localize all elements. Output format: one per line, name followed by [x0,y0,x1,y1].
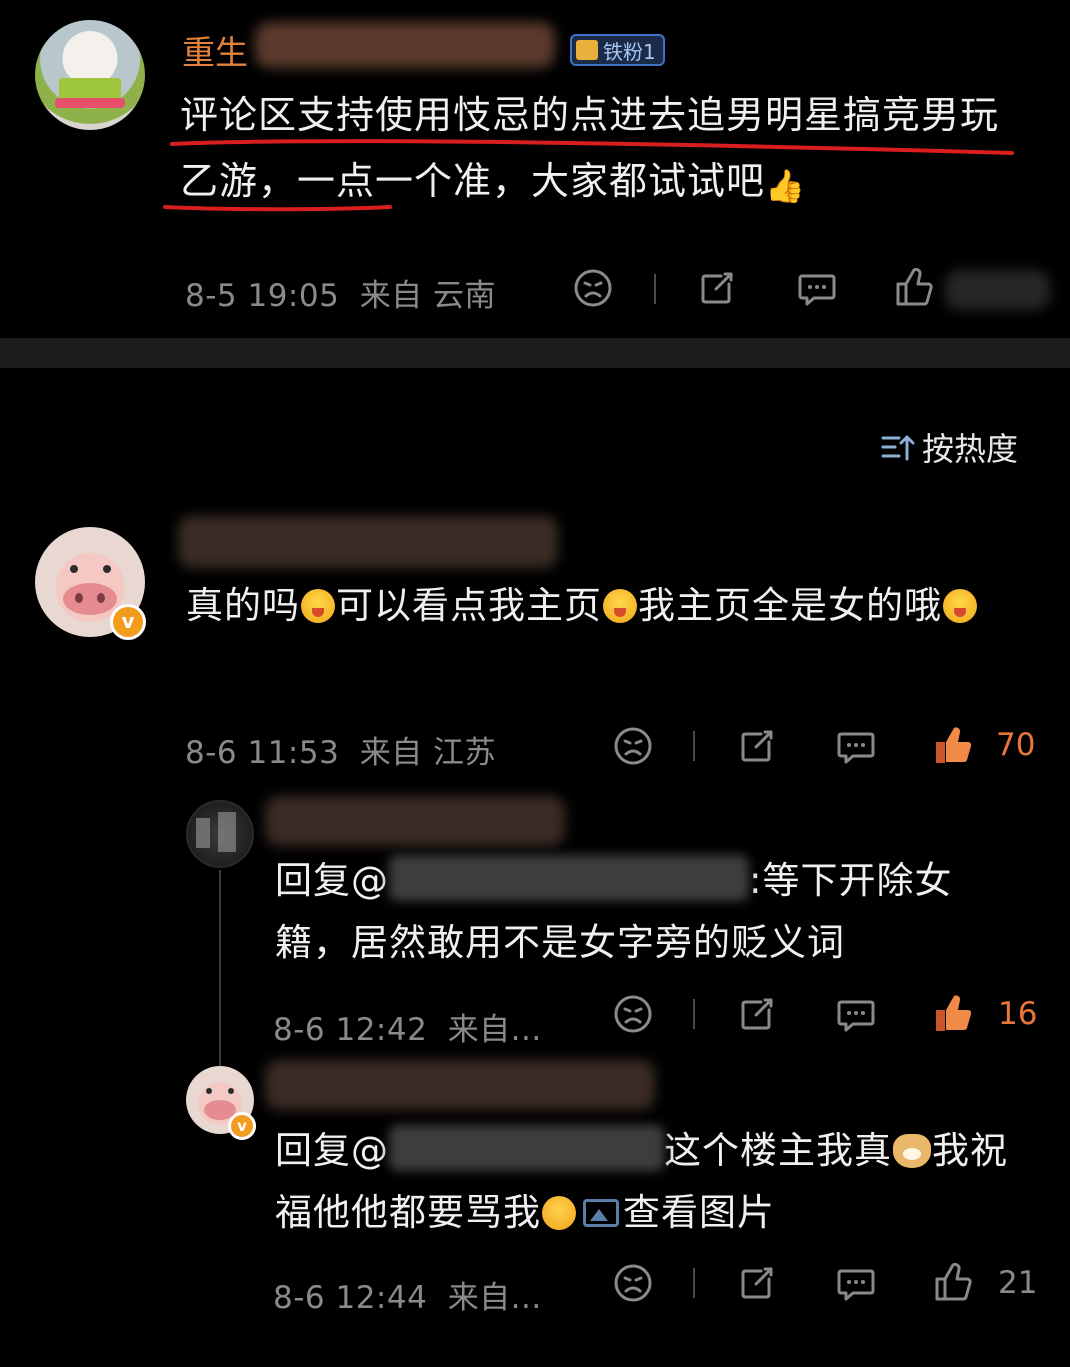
sort-icon [881,435,915,461]
comment-icon[interactable] [835,994,877,1034]
like-icon[interactable] [933,1261,975,1303]
post-meta: 8-5 19:05 来自 云南 [185,270,496,315]
comment-source: 来自 江苏 [359,735,497,771]
reply-content: 回复@ 这个楼主我真 我祝福他他都要骂我 查看图片 [275,1120,1035,1244]
comment-icon[interactable] [796,268,838,308]
action-divider [654,274,656,304]
share-icon[interactable] [737,726,777,766]
comment-timestamp: 8-6 11:53 [185,735,340,771]
post-timestamp: 8-5 19:05 [185,278,340,314]
like-count: 16 [998,996,1038,1032]
image-icon[interactable] [583,1199,619,1227]
like-count: 70 [996,727,1036,763]
share-icon[interactable] [697,268,737,308]
section-separator [0,338,1070,368]
comment-meta: 8-6 11:53 来自 江苏 [185,727,496,772]
dislike-icon[interactable] [613,1263,653,1303]
reply-timestamp: 8-6 12:42 [273,1012,428,1048]
sort-toggle[interactable]: 按热度 [880,424,1018,470]
sweat-emoji [603,589,637,623]
view-image-link[interactable]: 查看图片 [623,1191,775,1234]
reply-content: 回复@:等下开除女籍，居然敢用不是女字旁的贬义词 [275,850,1015,974]
reply-source: 来自... [447,1280,542,1316]
annotation-underline-2 [163,205,392,212]
action-divider [693,999,695,1029]
verified-badge: v [228,1112,256,1140]
action-divider [693,1268,695,1298]
share-icon[interactable] [737,994,777,1034]
like-count-redaction [945,270,1050,310]
reply-avatar[interactable] [186,800,254,868]
reply-meta: 8-6 12:44 来自... [273,1272,542,1317]
action-divider [693,731,695,761]
mention-redaction [389,855,749,901]
username-redaction [265,1060,655,1110]
sort-label: 按热度 [922,430,1019,468]
sweat-emoji [301,589,335,623]
red-annotation-strokes [163,139,1014,212]
liked-thumb-icon[interactable] [933,724,975,766]
reply-timestamp: 8-6 12:44 [273,1280,428,1316]
username-redaction [265,796,565,846]
dislike-icon[interactable] [613,726,653,766]
username-redaction [178,516,558,568]
dislike-icon[interactable] [573,268,613,308]
verified-badge: v [110,604,146,640]
post-source: 来自 云南 [359,278,497,314]
comment-content: 真的吗 可以看点我主页 我主页全是女的哦 [186,575,1031,637]
like-count: 21 [998,1265,1038,1301]
share-icon[interactable] [737,1263,777,1303]
reply-meta: 8-6 12:42 来自... [273,1004,542,1049]
comment-icon[interactable] [835,726,877,766]
dislike-icon[interactable] [613,994,653,1034]
comment-icon[interactable] [835,1263,877,1303]
like-icon[interactable] [894,266,936,308]
mention-redaction [389,1125,664,1171]
annotation-underline-1 [170,139,1014,155]
doge-emoji [893,1134,931,1168]
sweat-emoji [943,589,977,623]
thread-line [219,870,221,1070]
liked-thumb-icon[interactable] [933,992,975,1034]
reply-source: 来自... [447,1012,542,1048]
hug-emoji [542,1196,576,1230]
